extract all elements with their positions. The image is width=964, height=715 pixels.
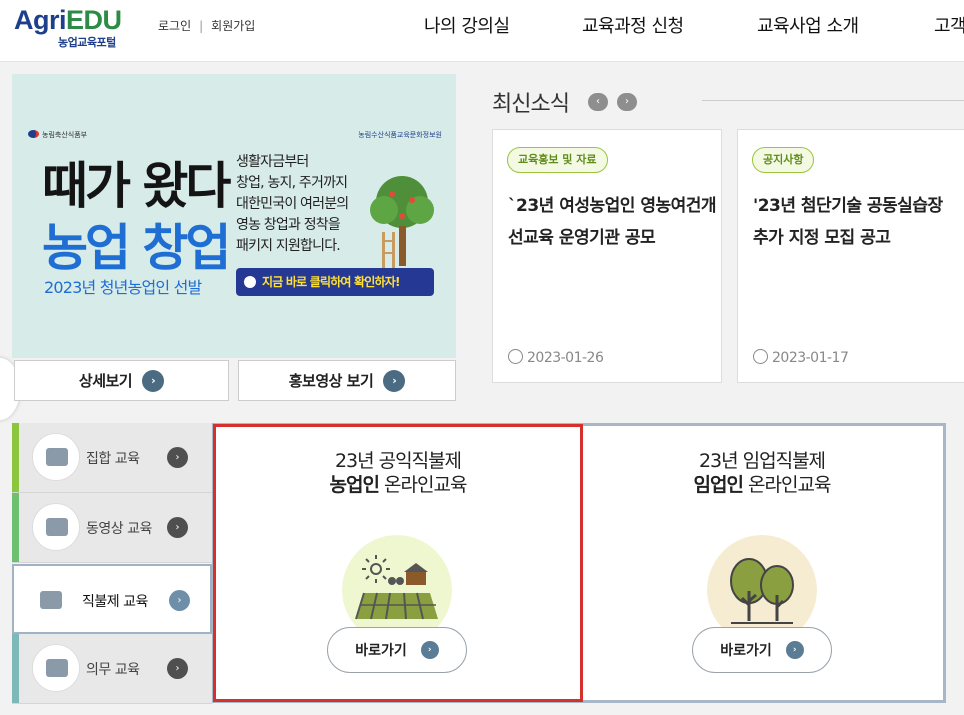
video-button-label: 홍보영상 보기	[288, 372, 374, 390]
news-card[interactable]: 공지사항 '23년 첨단기술 공동실습장 추가 지정 모집 공고 2023-01…	[737, 129, 964, 383]
news-card-title: '23년 첨단기술 공동실습장 추가 지정 모집 공고	[753, 196, 943, 248]
news-card-date: 2023-01-26	[508, 349, 604, 366]
nav-course-apply[interactable]: 교육과정 신청	[582, 12, 684, 38]
news-title: 최신소식	[492, 92, 570, 117]
sidebar-item-direct-payment-education[interactable]: 직불제 교육 ›	[12, 564, 212, 634]
arrow-right-icon: ›	[142, 369, 165, 392]
news-prev-button[interactable]: ‹	[588, 93, 608, 111]
arrow-right-icon: ›	[167, 447, 188, 468]
detail-button[interactable]: 상세보기 ›	[14, 360, 229, 401]
program-title-line1: 23년 임업직불제	[698, 450, 826, 472]
news-divider	[702, 100, 964, 101]
apple-books-icon	[32, 644, 80, 692]
sidebar-accent-bar	[12, 634, 19, 703]
forestry-go-button[interactable]: 바로가기 ›	[692, 627, 832, 673]
nav-program-intro[interactable]: 교육사업 소개	[757, 12, 859, 38]
arrow-right-icon: ›	[785, 641, 804, 659]
sidebar-item-group-education[interactable]: 집합 교육 ›	[12, 423, 212, 493]
school-building-icon	[32, 433, 80, 481]
program-title-line1: 23년 공익직불제	[334, 450, 462, 472]
logo[interactable]: AgriEDU 농업교육포털	[14, 4, 122, 49]
auth-links: 로그인 | 회원가입	[158, 17, 255, 34]
arrow-right-icon: ›	[383, 369, 406, 392]
sidebar-accent-bar	[12, 493, 19, 562]
promo-banner[interactable]: 농림축산식품부 농림수산식품교육문화정보원 때가 왔다 농업 창업 2023년 …	[12, 74, 456, 358]
arrow-right-icon: ›	[169, 590, 190, 611]
sidebar-item-label: 의무 교육	[86, 662, 140, 678]
program-title-forestry: 23년 임업직불제 임업인 온라인교육	[612, 449, 912, 497]
signup-link[interactable]: 회원가입	[211, 19, 255, 33]
promo-video-button[interactable]: 홍보영상 보기 ›	[238, 360, 456, 401]
news-card-title: `23년 여성농업인 영농여건개선교육 운영기관 공모	[508, 196, 717, 248]
banner-copy: 생활자금부터 창업, 농지, 주거까지 대한민국이 여러분의 영농 창업과 정착…	[236, 154, 349, 254]
news-next-button[interactable]: ›	[617, 93, 637, 111]
sidebar-item-mandatory-education[interactable]: 의무 교육 ›	[12, 634, 212, 704]
sidebar-item-label: 집합 교육	[86, 451, 140, 467]
banner-headline-2: 농업 창업	[42, 219, 231, 277]
farmer-tree-illustration	[370, 176, 434, 268]
epis-logo: 농림수산식품교육문화정보원	[358, 131, 442, 139]
open-book-icon	[26, 576, 74, 624]
sidebar-item-label: 동영상 교육	[86, 521, 152, 537]
sidebar-item-video-education[interactable]: 동영상 교육 ›	[12, 493, 212, 563]
nav-customer[interactable]: 고객	[934, 12, 964, 38]
auth-separator: |	[199, 19, 204, 33]
agriculture-go-button[interactable]: 바로가기 ›	[327, 627, 467, 673]
go-button-label: 바로가기	[355, 643, 407, 659]
sidebar-item-label: 직불제 교육	[82, 594, 148, 610]
program-title-line2: 임업인 온라인교육	[693, 474, 832, 496]
category-tag: 공지사항	[752, 147, 815, 173]
arrow-right-icon: ›	[167, 517, 188, 538]
banner-cta[interactable]: 지금 바로 클릭하여 확인하자!	[236, 268, 434, 296]
banner-subtitle: 2023년 청년농업인 선발	[44, 278, 202, 297]
news-card[interactable]: 교육홍보 및 자료 `23년 여성농업인 영농여건개선교육 운영기관 공모 20…	[492, 129, 722, 383]
arrow-right-icon: ›	[167, 658, 188, 679]
sidebar-accent-bar	[12, 423, 19, 492]
news-card-date: 2023-01-17	[753, 349, 849, 366]
nav-my-classroom[interactable]: 나의 강의실	[424, 12, 510, 38]
detail-button-label: 상세보기	[78, 372, 133, 390]
program-title-agriculture: 23년 공익직불제 농업인 온라인교육	[248, 449, 548, 497]
logo-text: AgriEDU	[14, 5, 122, 35]
gov-logo: 농림축산식품부	[28, 130, 87, 140]
program-title-line2: 농업인 온라인교육	[329, 474, 468, 496]
go-button-label: 바로가기	[720, 643, 772, 659]
site-header: AgriEDU 농업교육포털 로그인 | 회원가입 나의 강의실 교육과정 신청 교…	[0, 0, 964, 62]
login-link[interactable]: 로그인	[158, 19, 191, 33]
logo-subtitle: 농업교육포털	[58, 36, 116, 49]
arrow-right-icon: ›	[420, 641, 439, 659]
video-lecture-icon	[32, 503, 80, 551]
category-tag: 교육홍보 및 자료	[507, 147, 608, 173]
